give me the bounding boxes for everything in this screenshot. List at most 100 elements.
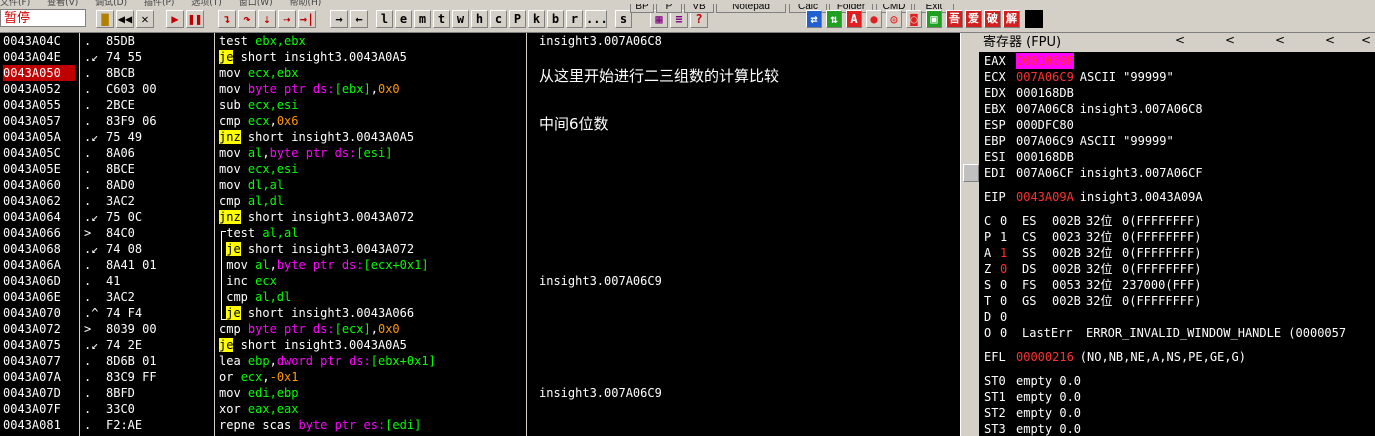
register-value[interactable]: 007A06C9: [1016, 133, 1074, 149]
disasm-row[interactable]: 0043A068 .↙ 74 08 je short insight3.0043A0…: [0, 241, 960, 257]
register-esp[interactable]: ESP 000DFC80: [984, 117, 1080, 133]
disasm-row[interactable]: 0043A06D. 41 inc ecx insight3.007A06C9: [0, 273, 960, 289]
register-ecx[interactable]: ECX 007A06C9 ASCII "99999": [984, 69, 1174, 85]
disasm-row[interactable]: 0043A04E .↙ 74 55 je short insight3.0043A0A…: [0, 49, 960, 65]
register-value[interactable]: 007A06C9: [1016, 69, 1074, 85]
scrollbar-thumb[interactable]: [963, 164, 979, 182]
target-icon[interactable]: ◎: [886, 10, 902, 28]
flag-value[interactable]: 1: [1000, 245, 1022, 261]
toolbar-button-m[interactable]: m: [414, 10, 431, 28]
step-over-icon[interactable]: ↷: [238, 10, 256, 28]
chevron-left-icon[interactable]: <: [1275, 33, 1285, 47]
fpu-value[interactable]: empty 0.0: [1016, 422, 1081, 436]
execute-till-return-icon[interactable]: →|: [298, 10, 316, 28]
disasm-row[interactable]: 0043A066 >84C0 test al,al: [0, 225, 960, 241]
disasm-row[interactable]: 0043A07F. 33C0 xor eax,eax: [0, 401, 960, 417]
register-value[interactable]: 000DFC80: [1016, 117, 1074, 133]
register-value[interactable]: 000168DB: [1016, 85, 1074, 101]
toolbar-button-k[interactable]: k: [528, 10, 545, 28]
camera-icon[interactable]: ◙: [906, 10, 922, 28]
quick-tab-vb[interactable]: VB: [684, 4, 714, 13]
disasm-row[interactable]: 0043A055. 2BCE sub ecx,esi: [0, 97, 960, 113]
toolbar-button-cn-3[interactable]: 解: [1003, 10, 1020, 28]
flag-value[interactable]: 0: [1000, 261, 1022, 277]
registers-pane[interactable]: 寄存器 (FPU) < < < < < EAX 0001069F ECX 007A06…: [979, 33, 1375, 436]
record-icon[interactable]: ●: [866, 10, 882, 28]
trace-into-icon[interactable]: ⇣: [258, 10, 276, 28]
toolbar-button-more[interactable]: ...: [585, 10, 608, 28]
fpu-value[interactable]: empty 0.0: [1016, 406, 1081, 420]
register-ebp[interactable]: EBP 007A06C9 ASCII "99999": [984, 133, 1174, 149]
quick-tab-notepad[interactable]: Notepad: [716, 4, 786, 13]
cpu-scrollbar[interactable]: [960, 33, 980, 436]
register-eax[interactable]: EAX 0001069F: [984, 53, 1080, 69]
fpu-value[interactable]: empty 0.0: [1016, 374, 1081, 388]
flag-value[interactable]: 0: [1000, 293, 1022, 309]
go-back-icon[interactable]: ←: [350, 10, 368, 28]
flag-value[interactable]: 0: [1000, 325, 1022, 341]
a-icon[interactable]: A: [846, 10, 862, 28]
toolbar-button-b[interactable]: b: [547, 10, 564, 28]
register-value[interactable]: 007A06CF: [1016, 165, 1074, 181]
disasm-row[interactable]: 0043A06E. 3AC2 cmp al,dl: [0, 289, 960, 305]
toolbar-button-p[interactable]: P: [509, 10, 526, 28]
disasm-row[interactable]: 0043A075 .↙ 74 2E je short insight3.0043A0A…: [0, 337, 960, 353]
register-efl[interactable]: EFL 00000216 (NO,NB,NE,A,NS,PE,GE,G): [984, 349, 1246, 365]
toolbar-button-cn-0[interactable]: 吾: [946, 10, 963, 28]
close-icon[interactable]: ✕: [136, 10, 154, 28]
register-value[interactable]: 0043A09A: [1016, 189, 1074, 205]
fpu-value[interactable]: empty 0.0: [1016, 390, 1081, 404]
toolbar-button-e[interactable]: e: [395, 10, 412, 28]
rewind-icon[interactable]: ◀◀: [116, 10, 134, 28]
cpu-disassembly-pane[interactable]: 0043A04C. 85DB test ebx,ebx insight3.007A06…: [0, 33, 960, 436]
toolbar-button-r[interactable]: r: [566, 10, 583, 28]
disasm-row[interactable]: 0043A05A .↙ 75 49 jnz short insight3.0043A0…: [0, 129, 960, 145]
chevron-left-icon[interactable]: <: [1361, 33, 1371, 47]
toolbar-button-cn-1[interactable]: 爱: [965, 10, 982, 28]
open-folder-icon[interactable]: ▇: [96, 10, 114, 28]
flag-value[interactable]: 1: [1000, 229, 1022, 245]
register-ebx[interactable]: EBX 007A06C8 insight3.007A06C8: [984, 101, 1203, 117]
trace-over-icon[interactable]: ⇢: [278, 10, 296, 28]
register-edi[interactable]: EDI 007A06CF insight3.007A06CF: [984, 165, 1203, 181]
disasm-row[interactable]: 0043A07A. 83C9 FF or ecx,-0x1: [0, 369, 960, 385]
register-value[interactable]: 0001069F: [1016, 53, 1074, 69]
disasm-row[interactable]: 0043A05C. 8A06 mov al,byte ptr ds:[esi]: [0, 145, 960, 161]
disasm-row[interactable]: 0043A050. 8BCB mov ecx,ebx: [0, 65, 960, 81]
run-icon[interactable]: ▶: [166, 10, 184, 28]
chevron-left-icon[interactable]: <: [1225, 33, 1235, 47]
disasm-row[interactable]: 0043A06A. 8A41 01 mov al,byte ptr ds:[ecx…: [0, 257, 960, 273]
disasm-row[interactable]: 0043A072 >8039 00 cmp byte ptr ds:[ecx],0x…: [0, 321, 960, 337]
disasm-row[interactable]: 0043A062. 3AC2 cmp al,dl: [0, 193, 960, 209]
flag-value[interactable]: 0: [1000, 277, 1022, 293]
disasm-row[interactable]: 0043A081. F2:AE repne scas byte ptr es:[ed…: [0, 417, 960, 433]
flag-value[interactable]: 0: [1000, 213, 1022, 229]
disasm-row[interactable]: 0043A064 .↙ 75 0C jnz short insight3.0043A0…: [0, 209, 960, 225]
register-value[interactable]: 000168DB: [1016, 149, 1074, 165]
chevron-left-icon[interactable]: <: [1175, 33, 1185, 47]
disasm-row[interactable]: 0043A057. 83F9 06 cmp ecx,0x6: [0, 113, 960, 129]
toolbar-button-l[interactable]: l: [376, 10, 393, 28]
toolbar-button-w[interactable]: w: [452, 10, 469, 28]
quick-tab-p[interactable]: P: [656, 4, 682, 13]
register-edx[interactable]: EDX 000168DB: [984, 85, 1080, 101]
chevron-left-icon[interactable]: <: [1325, 33, 1335, 47]
disasm-row[interactable]: 0043A04C. 85DB test ebx,ebx insight3.007A06…: [0, 33, 960, 49]
quick-tab-bp[interactable]: BP: [630, 4, 654, 13]
disasm-row[interactable]: 0043A05E. 8BCE mov ecx,esi: [0, 161, 960, 177]
register-eip[interactable]: EIP 0043A09A insight3.0043A09A: [984, 189, 1203, 205]
toolbar-button-t[interactable]: t: [433, 10, 450, 28]
disasm-row[interactable]: 0043A070 .^ 74 F4 je short insight3.0043A0…: [0, 305, 960, 321]
disasm-row[interactable]: 0043A077. 8D6B 01 lea ebp,dword ptr ds:[eb…: [0, 353, 960, 369]
sync-icon[interactable]: ⇅: [826, 10, 842, 28]
goto-address-icon[interactable]: →: [330, 10, 348, 28]
disasm-row[interactable]: 0043A060. 8AD0 mov dl,al: [0, 177, 960, 193]
register-value[interactable]: 00000216: [1016, 349, 1074, 365]
disasm-row[interactable]: 0043A052. C603 00 mov byte ptr ds:[ebx],0x…: [0, 81, 960, 97]
refresh-icon[interactable]: ⇄: [806, 10, 822, 28]
toolbar-button-cn-2[interactable]: 破: [984, 10, 1001, 28]
register-value[interactable]: 007A06C8: [1016, 101, 1074, 117]
pause-icon[interactable]: ❚❚: [186, 10, 204, 28]
monitor-icon[interactable]: ▣: [926, 10, 942, 28]
toolbar-button-c[interactable]: c: [490, 10, 507, 28]
